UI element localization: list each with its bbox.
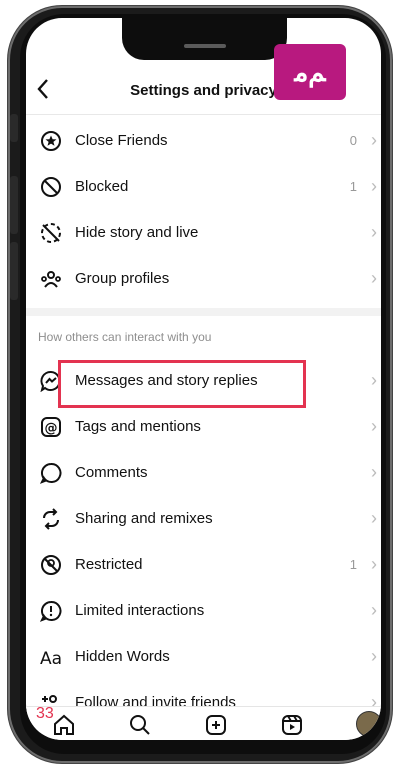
row-label: Hide story and live [75,224,199,241]
chevron-right-icon: › [371,646,377,666]
profile-avatar[interactable] [356,711,381,737]
new-post-icon[interactable] [204,713,228,737]
reels-icon[interactable] [280,713,304,737]
home-icon[interactable] [52,713,76,737]
row-restricted[interactable]: Restricted 1 › [26,542,381,588]
chevron-right-icon: › [371,268,377,288]
notch [122,18,287,60]
row-label: Sharing and remixes [75,510,213,527]
row-tags[interactable]: @ Tags and mentions › [26,404,381,450]
hide-story-icon [40,222,62,244]
bottom-tab-bar: 33 [26,705,381,740]
row-count: 1 [349,557,357,572]
chevron-right-icon: › [371,600,377,620]
star-circle-icon [40,130,62,152]
aa-icon: Aa [40,646,62,669]
comment-icon [39,462,62,484]
row-sharing[interactable]: Sharing and remixes › [26,496,381,542]
side-button [10,114,18,142]
row-group-profiles[interactable]: Group profiles › [26,256,381,302]
share-remix-icon [40,508,62,530]
blocked-icon [40,176,62,198]
row-hide-story[interactable]: Hide story and live › [26,210,381,256]
chevron-right-icon: › [371,176,377,196]
row-hidden-words[interactable]: Aa Hidden Words › [26,634,381,680]
row-label: Close Friends [75,132,168,149]
phone-screen: Settings and privacy Close Friends 0 › B… [26,18,381,740]
row-label: Restricted [75,556,143,573]
highlight-box [58,360,306,408]
row-label: Hidden Words [75,648,170,665]
chevron-right-icon: › [371,130,377,150]
chevron-right-icon: › [371,462,377,482]
header-divider [26,114,381,115]
row-count: 1 [349,179,357,194]
row-comments[interactable]: Comments › [26,450,381,496]
search-icon[interactable] [128,713,152,737]
chevron-right-icon: › [371,370,377,390]
brand-logo: ﻢﻣ [274,44,346,100]
group-icon [40,268,62,290]
row-label: Tags and mentions [75,418,201,435]
limited-icon [39,600,62,622]
row-label: Limited interactions [75,602,205,619]
chevron-right-icon: › [371,416,377,436]
svg-text:@: @ [45,421,58,436]
row-label: Group profiles [75,270,170,287]
row-limited[interactable]: Limited interactions › [26,588,381,634]
row-label: Comments [75,464,148,481]
svg-text:Aa: Aa [40,649,62,668]
chevron-right-icon: › [371,222,377,242]
row-count: 0 [349,133,357,148]
chevron-right-icon: › [371,508,377,528]
chevron-right-icon: › [371,554,377,574]
row-blocked[interactable]: Blocked 1 › [26,164,381,210]
section-title: How others can interact with you [38,330,212,344]
side-button [10,176,18,234]
at-icon: @ [40,416,62,438]
restricted-icon [40,554,62,576]
row-label: Blocked [75,178,129,195]
section-divider [26,308,381,316]
row-close-friends[interactable]: Close Friends 0 › [26,118,381,164]
side-button [10,242,18,300]
speaker-grill [184,44,226,48]
